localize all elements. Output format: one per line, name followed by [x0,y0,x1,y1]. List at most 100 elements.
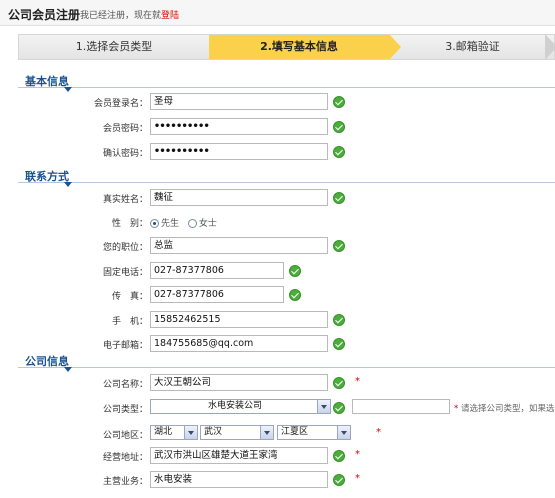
confirm-password-label: 确认密码： [102,149,148,159]
confirm-password-input[interactable]: •••••••••• [150,143,328,160]
section-basic-info: 基本信息 [18,72,555,92]
page-title: 公司会员注册 [8,8,81,22]
row-gender: 性 别： 先生 女士 [0,212,555,232]
login-name-label: 会员登录名： [93,99,148,109]
main-business-input[interactable]: 水电安装 [150,471,328,488]
company-type-label: 公司类型： [102,405,148,415]
phone-input[interactable]: 027-87377806 [150,262,284,279]
check-icon [289,289,301,301]
required-mark: * [355,473,360,484]
gender-label: 性 别： [111,219,148,229]
check-icon [333,192,345,204]
email-label: 电子邮箱： [102,341,148,351]
row-real-name: 真实姓名： 魏征 [0,188,555,208]
gender-option-male[interactable]: 先生 [150,219,179,229]
city-value: 武汉 [204,427,223,437]
check-icon [333,96,345,108]
step-email-verify: 3.邮箱验证 [445,40,500,53]
row-login-name: 会员登录名： 圣母 [0,92,555,112]
company-address-label: 经营地址： [102,453,148,463]
check-icon [333,474,345,486]
password-label: 会员密码： [102,124,148,134]
page-header: 公司会员注册 我已经注册，现在就登陆 [0,0,555,26]
real-name-label: 真实姓名： [102,195,148,205]
login-link[interactable]: 登陆 [161,11,179,21]
province-value: 湖北 [154,427,173,437]
step-arrow-icon [545,34,555,60]
check-icon [333,314,345,326]
company-type-note-text: 请选择公司类型，如果选 [460,404,555,414]
row-company-region: 公司地区： 湖北 武汉 江夏区 * [0,424,555,444]
real-name-input[interactable]: 魏征 [150,189,328,206]
row-company-name: 公司名称： 大汉王朝公司 * [0,373,555,393]
gender-radio-group: 先生 女士 [150,216,223,229]
company-type-value: 水电安装公司 [207,401,262,411]
row-position: 您的职位： 总监 [0,236,555,256]
required-mark: * [355,376,360,387]
gender-male-label: 先生 [161,219,180,229]
check-icon [333,240,345,252]
check-icon [333,338,345,350]
company-region-label: 公司地区： [102,431,148,441]
province-select[interactable]: 湖北 [150,425,198,440]
login-hint-text: 我已经注册，现在就 [80,11,162,21]
section-contact: 联系方式 [18,167,555,187]
city-select[interactable]: 武汉 [200,425,274,440]
phone-label: 固定电话： [102,268,148,278]
company-type-other-input[interactable] [352,399,450,414]
step-progress-bar: 1.选择会员类型 2.填写基本信息 3.邮箱验证 [18,34,555,60]
main-business-label: 主营业务： [102,477,148,487]
position-label: 您的职位： [102,243,148,253]
row-main-business: 主营业务： 水电安装 * [0,470,555,490]
check-icon [333,377,345,389]
registration-page: 公司会员注册 我已经注册，现在就登陆 1.选择会员类型 2.填写基本信息 3.邮… [0,0,555,498]
company-address-input[interactable]: 武汉市洪山区雄楚大道王家湾 [150,447,328,464]
check-icon [333,146,345,158]
company-name-input[interactable]: 大汉王朝公司 [150,374,328,391]
triangle-down-icon [64,367,72,372]
row-email: 电子邮箱： 184755685@qq.com [0,334,555,354]
check-icon [333,450,345,462]
section-title: 联系方式 [25,170,69,183]
district-value: 江夏区 [281,427,309,437]
chevron-down-icon[interactable] [260,426,273,439]
chevron-down-icon[interactable] [337,426,350,439]
row-mobile: 手 机： 15852462515 [0,310,555,330]
chevron-down-icon[interactable] [184,426,197,439]
row-fax: 传 真： 027-87377806 [0,285,555,305]
company-type-select[interactable]: 水电安装公司 [150,399,331,414]
required-mark: * [376,427,381,438]
row-company-address: 经营地址： 武汉市洪山区雄楚大道王家湾 * [0,446,555,466]
company-name-label: 公司名称： [102,380,148,390]
position-input[interactable]: 总监 [150,237,328,254]
chevron-down-icon[interactable] [317,400,330,413]
password-input[interactable]: •••••••••• [150,118,328,135]
fax-label: 传 真： [111,292,148,302]
radio-selected-icon[interactable] [150,219,159,228]
step-select-member-type: 1.选择会员类型 [75,40,153,53]
check-icon [333,402,345,414]
company-type-note: * 请选择公司类型，如果选 [454,402,554,414]
check-icon [333,121,345,133]
login-hint: 我已经注册，现在就登陆 [80,8,179,21]
required-mark: * [355,449,360,460]
section-company: 公司信息 [18,352,555,372]
section-title: 公司信息 [25,355,69,368]
email-input[interactable]: 184755685@qq.com [150,335,328,352]
district-select[interactable]: 江夏区 [277,425,351,440]
row-confirm-password: 确认密码： •••••••••• [0,142,555,162]
section-title: 基本信息 [25,75,69,88]
mobile-input[interactable]: 15852462515 [150,311,328,328]
step-fill-basic-info: 2.填写基本信息 [209,35,389,59]
fax-input[interactable]: 027-87377806 [150,286,284,303]
required-mark: * [454,404,459,414]
mobile-label: 手 机： [111,317,148,327]
gender-female-label: 女士 [198,219,217,229]
radio-icon[interactable] [187,219,197,228]
triangle-down-icon [64,182,72,187]
row-phone: 固定电话： 027-87377806 [0,261,555,281]
row-company-type: 公司类型： 水电安装公司 * 请选择公司类型，如果选 [0,398,555,418]
gender-option-female[interactable]: 女士 [187,219,217,229]
row-password: 会员密码： •••••••••• [0,117,555,137]
login-name-input[interactable]: 圣母 [150,93,328,110]
